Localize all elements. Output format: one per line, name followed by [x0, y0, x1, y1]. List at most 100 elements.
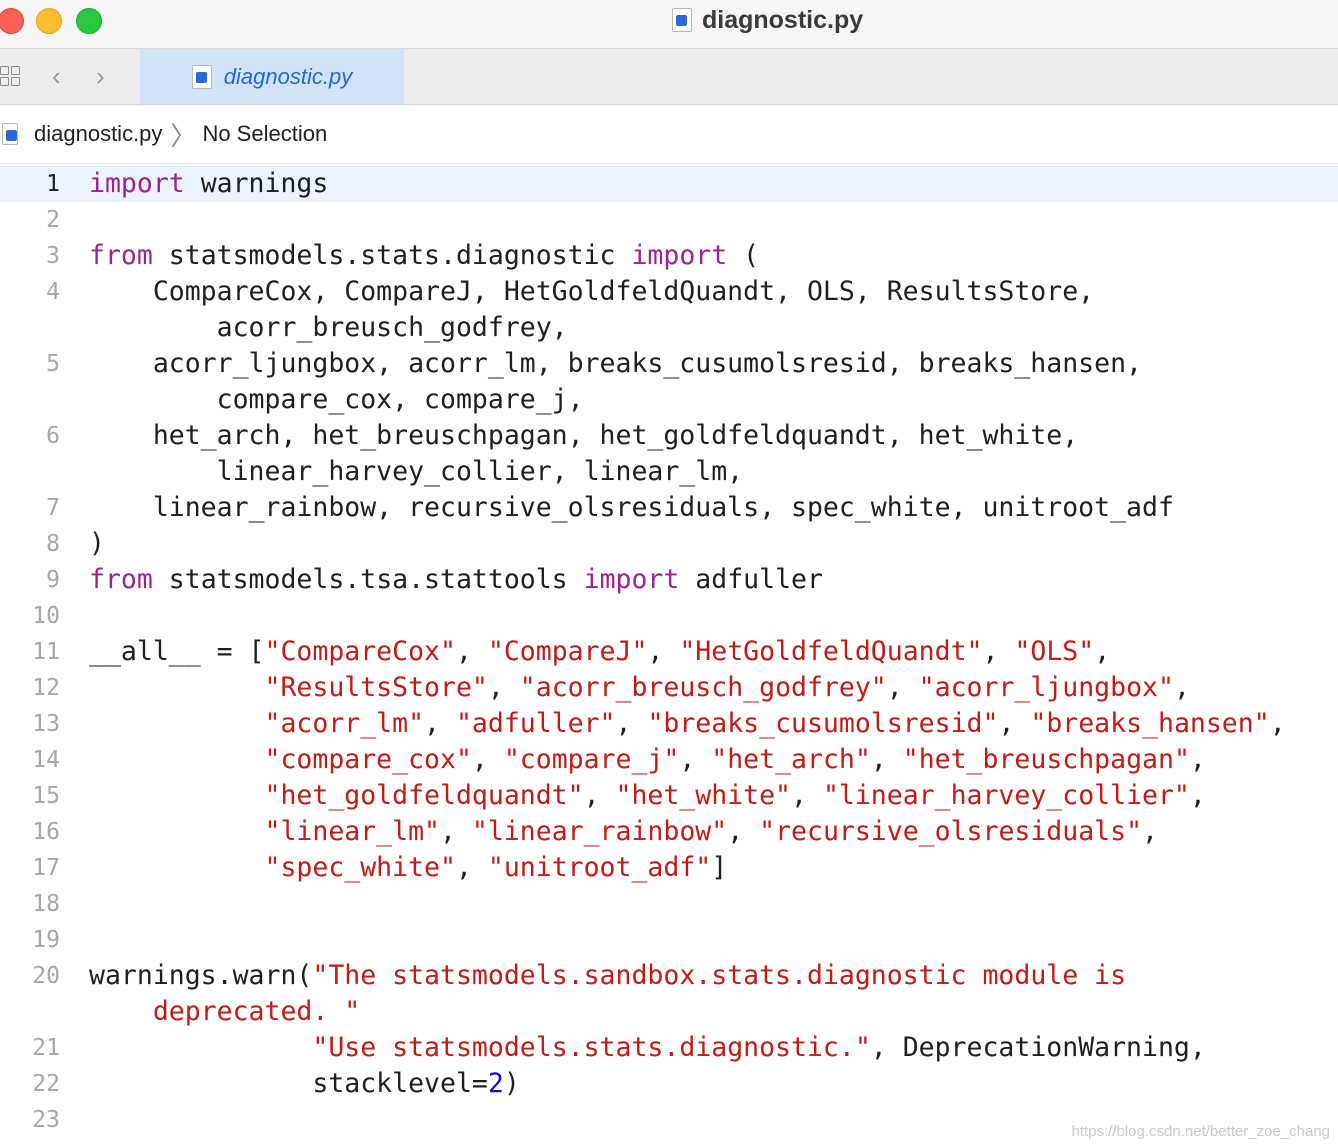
- line-number: 21: [32, 1035, 60, 1061]
- number-token: 2: [487, 1068, 504, 1099]
- code-token: acorr_breusch_godfrey,: [89, 312, 568, 343]
- chevron-left-icon[interactable]: ‹: [52, 61, 61, 91]
- string-token: "linear_lm": [264, 816, 441, 847]
- string-token: "breaks_cusumolsresid": [647, 708, 999, 739]
- code-token: ,: [583, 780, 616, 811]
- code-line[interactable]: 18: [0, 886, 1338, 922]
- code-line[interactable]: 20 warnings.warn("The statsmodels.sandbox…: [0, 958, 1338, 994]
- code-token: ,: [998, 708, 1031, 739]
- tab-diagnostic-py[interactable]: diagnostic.py: [140, 49, 404, 104]
- code-line[interactable]: 8): [0, 526, 1338, 562]
- code-line[interactable]: acorr_breusch_godfrey,: [0, 310, 1338, 346]
- related-items-grid-icon[interactable]: [0, 61, 22, 91]
- string-token: "unitroot_adf": [487, 852, 712, 883]
- string-token: "het_arch": [711, 744, 871, 775]
- code-token: __all__ = [: [89, 636, 265, 667]
- string-token: "ResultsStore": [264, 672, 488, 703]
- string-token: "HetGoldfeldQuandt": [679, 636, 983, 667]
- code-line[interactable]: 17 "spec_white", "unitroot_adf"]: [0, 850, 1338, 886]
- code-token: (: [727, 240, 760, 271]
- minimize-window-button[interactable]: [36, 8, 62, 34]
- code-token: stacklevel=: [89, 1068, 488, 1099]
- code-token: ,: [440, 816, 472, 847]
- code-line[interactable]: 14 "compare_cox", "compare_j", "het_arch…: [0, 742, 1338, 778]
- code-line[interactable]: 16 "linear_lm", "linear_rainbow", "recur…: [0, 814, 1338, 850]
- code-line[interactable]: 6 het_arch, het_breuschpagan, het_goldfe…: [0, 418, 1338, 454]
- chevron-right-icon[interactable]: ›: [96, 61, 105, 91]
- code-text: acorr_breusch_godfrey,: [89, 310, 568, 346]
- python-file-icon: [191, 64, 212, 89]
- code-text: acorr_ljungbox, acorr_lm, breaks_cusumol…: [89, 346, 1142, 382]
- code-line[interactable]: 3 from statsmodels.stats.diagnostic impor…: [0, 238, 1338, 274]
- code-token: ,: [471, 744, 504, 775]
- code-line[interactable]: 13 "acorr_lm", "adfuller", "breaks_cusum…: [0, 706, 1338, 742]
- line-number: 8: [46, 531, 60, 557]
- code-text: compare_cox, compare_j,: [89, 382, 584, 418]
- string-token: "recursive_olsresiduals": [759, 816, 1143, 847]
- zoom-window-button[interactable]: [76, 8, 102, 34]
- line-number: 16: [32, 819, 60, 845]
- code-token: ]: [711, 852, 728, 883]
- code-token: linear_harvey_collier, linear_lm,: [89, 456, 744, 487]
- code-token: adfuller: [679, 564, 823, 595]
- code-line[interactable]: 1 import warnings: [0, 166, 1338, 202]
- keyword-token: from: [89, 240, 153, 271]
- code-line[interactable]: linear_harvey_collier, linear_lm,: [0, 454, 1338, 490]
- code-text: deprecated. ": [89, 994, 360, 1030]
- code-line[interactable]: 7 linear_rainbow, recursive_olsresiduals…: [0, 490, 1338, 526]
- string-token: "breaks_hansen": [1030, 708, 1270, 739]
- code-token: ,: [455, 852, 488, 883]
- code-editor[interactable]: 1 import warnings 2 3 from statsmodels.stats…: [0, 164, 1338, 1146]
- code-line[interactable]: 10: [0, 598, 1338, 634]
- code-token: ,: [679, 744, 712, 775]
- code-text: "acorr_lm", "adfuller", "breaks_cusumols…: [89, 706, 1286, 742]
- line-number: 12: [32, 675, 60, 701]
- code-text: import warnings: [89, 166, 328, 202]
- code-token: ,: [615, 708, 648, 739]
- window-title: diagnostic.py: [672, 4, 863, 36]
- code-token: ,: [1269, 708, 1286, 739]
- code-text: CompareCox, CompareJ, HetGoldfeldQuandt,…: [89, 274, 1094, 310]
- string-token: "Use statsmodels.stats.diagnostic.": [312, 1032, 871, 1063]
- code-line[interactable]: compare_cox, compare_j,: [0, 382, 1338, 418]
- code-text: het_arch, het_breuschpagan, het_goldfeld…: [89, 418, 1078, 454]
- code-line[interactable]: 15 "het_goldfeldquandt", "het_white", "l…: [0, 778, 1338, 814]
- code-token: ,: [455, 636, 488, 667]
- code-line[interactable]: 22 stacklevel=2): [0, 1066, 1338, 1102]
- breadcrumb-selection[interactable]: No Selection: [202, 121, 327, 147]
- code-line[interactable]: deprecated. ": [0, 994, 1338, 1030]
- code-line[interactable]: 12 "ResultsStore", "acorr_breusch_godfre…: [0, 670, 1338, 706]
- line-number: 13: [32, 711, 60, 737]
- code-token: warnings.warn(: [89, 960, 313, 991]
- breadcrumb-file[interactable]: diagnostic.py: [34, 121, 162, 147]
- code-token: , DeprecationWarning,: [870, 1032, 1206, 1063]
- window-title-text: diagnostic.py: [702, 5, 864, 34]
- code-text: __all__ = ["CompareCox", "CompareJ", "He…: [89, 634, 1110, 670]
- string-token: "compare_cox": [264, 744, 472, 775]
- code-line[interactable]: 5 acorr_ljungbox, acorr_lm, breaks_cusum…: [0, 346, 1338, 382]
- line-number: 23: [32, 1107, 60, 1133]
- code-line[interactable]: 11 __all__ = ["CompareCox", "CompareJ", "…: [0, 634, 1338, 670]
- code-token: ,: [727, 816, 760, 847]
- code-line[interactable]: 9 from statsmodels.tsa.stattools import a…: [0, 562, 1338, 598]
- code-line[interactable]: 2: [0, 202, 1338, 238]
- string-token: "acorr_breusch_godfrey": [519, 672, 887, 703]
- line-number: 18: [32, 891, 60, 917]
- code-line[interactable]: 4 CompareCox, CompareJ, HetGoldfeldQuand…: [0, 274, 1338, 310]
- code-token: ,: [1173, 672, 1190, 703]
- keyword-token: from: [89, 564, 153, 595]
- line-number: 15: [32, 783, 60, 809]
- line-number: 20: [32, 963, 60, 989]
- line-number: 19: [32, 927, 60, 953]
- line-number: 2: [46, 207, 60, 233]
- string-token: "The statsmodels.sandbox.stats.diagnosti…: [312, 960, 1127, 991]
- code-line[interactable]: 19: [0, 922, 1338, 958]
- close-window-button[interactable]: [0, 8, 24, 34]
- code-line[interactable]: 21 "Use statsmodels.stats.diagnostic.", …: [0, 1030, 1338, 1066]
- code-text: linear_rainbow, recursive_olsresiduals, …: [89, 490, 1174, 526]
- string-token: "OLS": [1014, 636, 1095, 667]
- code-token: ): [503, 1068, 520, 1099]
- line-number: 7: [46, 495, 60, 521]
